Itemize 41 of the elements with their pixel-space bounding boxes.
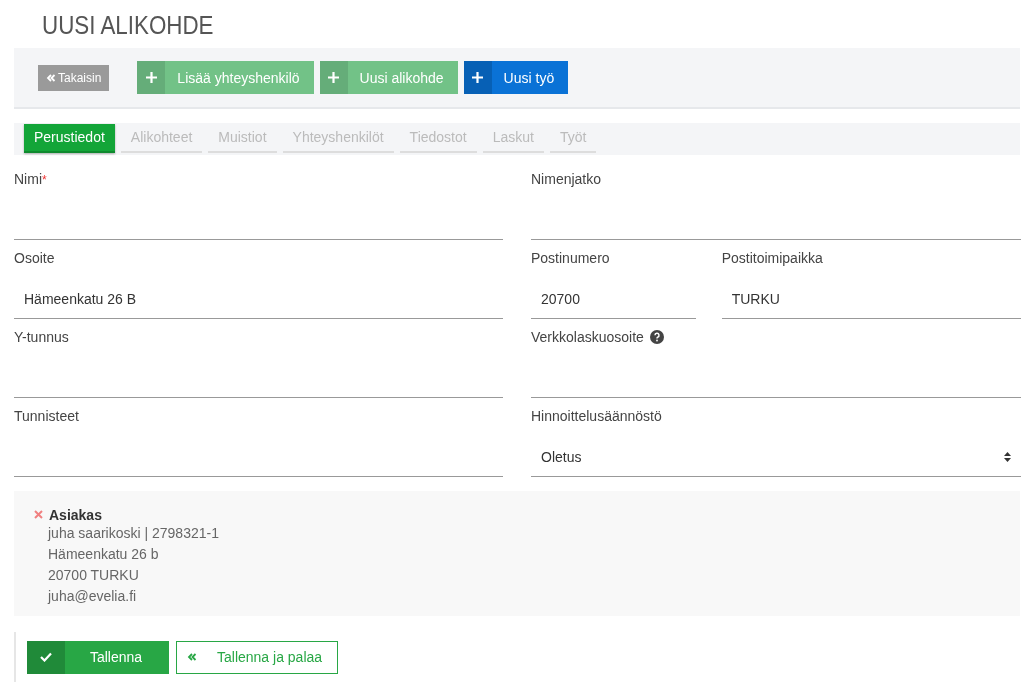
field-label: Nimi* xyxy=(14,170,47,187)
customer-detail: Hämeenkatu 26 b xyxy=(48,544,160,564)
field-label: Postitoimipaikka xyxy=(721,249,823,266)
tab[interactable]: Tiedostot xyxy=(399,123,477,153)
input-field[interactable]: Hämeenkatu 26 B xyxy=(14,280,503,319)
input-field[interactable]: 20700 xyxy=(531,280,696,319)
tab[interactable]: Muistiot xyxy=(208,123,277,153)
page-title: UUSI ALIKOHDE xyxy=(42,10,215,42)
plus-icon xyxy=(472,72,484,84)
sort-arrows-icon xyxy=(1004,452,1011,463)
customer-detail: 20700 TURKU xyxy=(48,565,140,585)
remove-icon[interactable] xyxy=(34,510,43,520)
save-button[interactable]: Tallenna xyxy=(27,640,169,674)
field-label: Osoite xyxy=(14,249,55,266)
input-field[interactable]: TURKU xyxy=(721,280,1021,319)
double-chevron-icon xyxy=(46,72,56,83)
add-button[interactable]: Uusi työ xyxy=(463,61,569,95)
tab[interactable]: Yhteyshenkilöt xyxy=(282,123,394,153)
plus-icon xyxy=(145,72,157,84)
customer-title: Asiakas xyxy=(49,506,102,523)
field-label: Hinnoittelusäännöstö xyxy=(531,407,662,424)
field-label: Postinumero xyxy=(531,249,610,266)
help-icon[interactable] xyxy=(649,329,664,344)
customer-detail: juha saarikoski | 2798321-1 xyxy=(48,523,220,543)
tab[interactable]: Perustiedot xyxy=(24,123,115,153)
select-field[interactable]: Oletus xyxy=(531,438,1021,477)
tab[interactable]: Laskut xyxy=(482,123,544,153)
field-label: Y-tunnus xyxy=(14,328,69,345)
tab[interactable]: Alikohteet xyxy=(120,123,203,153)
save-and-return-button[interactable]: Tallenna ja palaa xyxy=(176,640,338,674)
field-label: Verkkolaskuosoite xyxy=(531,328,644,345)
check-icon xyxy=(40,652,52,663)
add-button[interactable]: Uusi alikohde xyxy=(319,61,458,95)
back-button[interactable]: Takaisin xyxy=(38,64,110,91)
add-button[interactable]: Lisää yhteyshenkilö xyxy=(137,61,314,95)
field-label: Tunnisteet xyxy=(14,407,79,424)
customer-detail: juha@evelia.fi xyxy=(48,586,138,606)
plus-icon xyxy=(328,72,340,84)
field-label: Nimenjatko xyxy=(531,170,602,187)
tab[interactable]: Työt xyxy=(549,123,597,153)
double-chevron-icon xyxy=(187,652,197,663)
